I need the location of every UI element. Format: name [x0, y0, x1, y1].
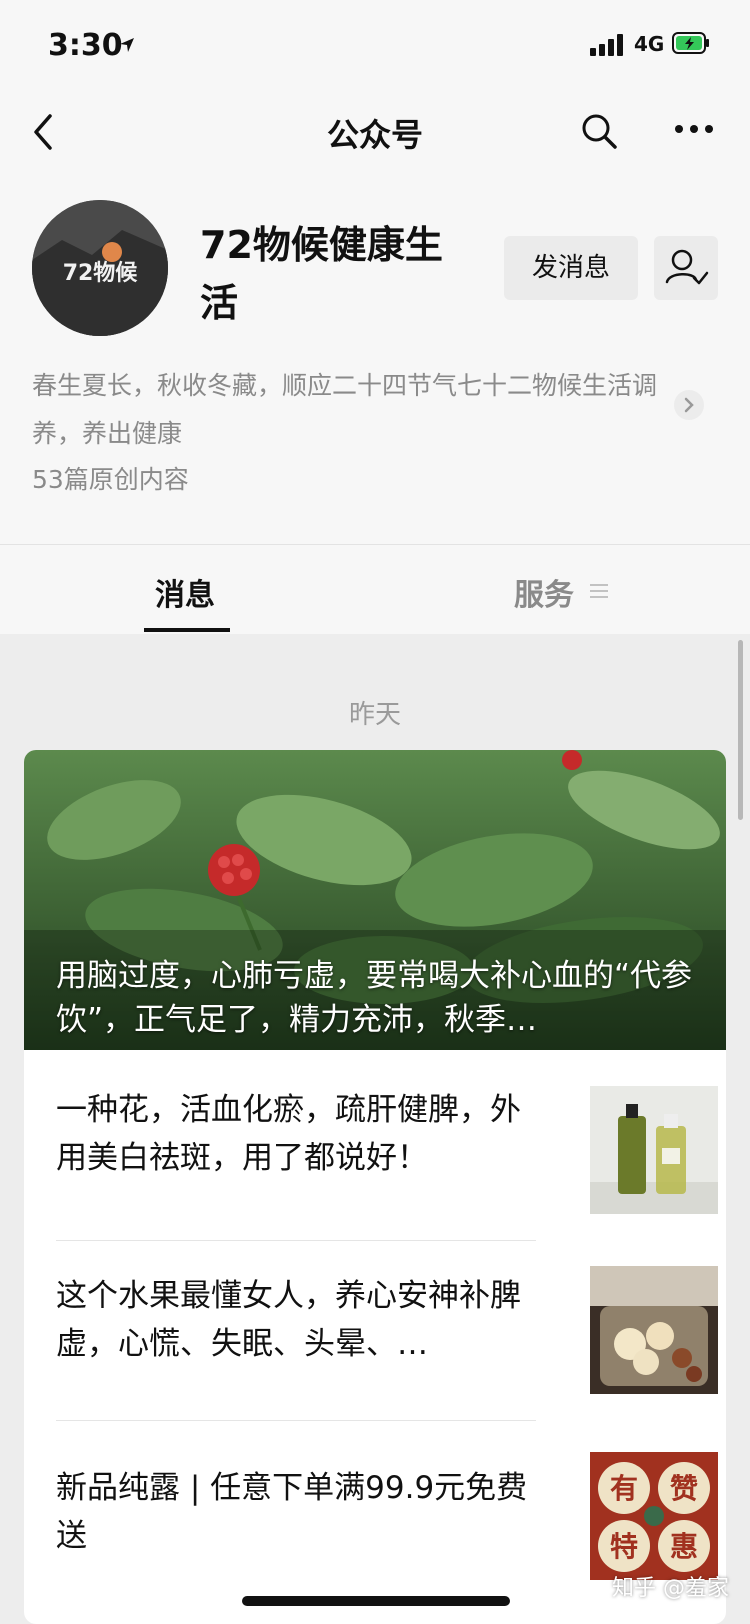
- tab-active-indicator: [144, 628, 230, 632]
- account-avatar[interactable]: 72物候: [32, 200, 168, 336]
- article-card: 用脑过度，心肺亏虚，要常喝大补心血的“代参饮”，正气足了，精力充沛，秋季… 一种…: [24, 750, 726, 1624]
- description-expand-button[interactable]: [674, 390, 704, 420]
- original-content-count[interactable]: 53篇原创内容: [32, 460, 189, 496]
- hero-article[interactable]: 用脑过度，心肺亏虚，要常喝大补心血的“代参饮”，正气足了，精力充沛，秋季…: [24, 750, 726, 1050]
- hero-article-title: 用脑过度，心肺亏虚，要常喝大补心血的“代参饮”，正气足了，精力充沛，秋季…: [56, 958, 693, 1038]
- thumb-char: 有: [610, 1472, 638, 1505]
- tab-services[interactable]: 服务: [514, 570, 574, 614]
- menu-icon: [590, 584, 608, 598]
- tab-messages[interactable]: 消息: [140, 570, 230, 614]
- avatar-logo-text: 72物候: [63, 260, 139, 286]
- thumb-char: 赞: [669, 1472, 698, 1505]
- signal-icon: [590, 34, 626, 56]
- followed-user-button[interactable]: [654, 236, 718, 300]
- location-arrow-icon: [120, 38, 134, 52]
- article-item[interactable]: 一种花，活血化瘀，疏肝健脾，外用美白祛斑，用了都说好！: [56, 1086, 718, 1214]
- article-title: 一种花，活血化瘀，疏肝健脾，外用美白祛斑，用了都说好！: [56, 1092, 521, 1176]
- account-description: 春生夏长，秋收冬藏，顺应二十四节气七十二物候生活调养，养出健康: [32, 371, 658, 448]
- thumb-char: 特: [610, 1530, 638, 1563]
- article-thumbnail: 有 赞 特 惠: [590, 1452, 718, 1580]
- article-item[interactable]: 这个水果最懂女人，养心安神补脾虚，心慌、失眠、头晕、…: [56, 1266, 718, 1394]
- home-indicator[interactable]: [242, 1596, 510, 1606]
- watermark: 知乎 @羞家: [612, 1576, 729, 1601]
- search-icon[interactable]: [580, 112, 618, 150]
- article-title: 新品纯露 | 任意下单满99.9元免费送: [56, 1470, 528, 1554]
- article-title: 这个水果最懂女人，养心安神补脾虚，心慌、失眠、头晕、…: [56, 1278, 521, 1362]
- more-icon[interactable]: [674, 122, 714, 136]
- article-item[interactable]: 新品纯露 | 任意下单满99.9元免费送 有 赞 特 惠: [56, 1452, 718, 1580]
- chevron-right-icon: [684, 397, 694, 413]
- page-title: 公众号: [326, 116, 423, 154]
- user-check-icon: [665, 249, 709, 285]
- network-type: 4G: [634, 32, 665, 56]
- article-thumbnail: [590, 1266, 718, 1394]
- divider: [56, 1420, 536, 1421]
- account-name: 72物候健康生活: [200, 223, 443, 325]
- date-label: 昨天: [348, 700, 401, 730]
- divider: [0, 544, 750, 545]
- status-time: 3:30: [48, 28, 123, 63]
- send-message-button[interactable]: 发消息: [504, 236, 638, 300]
- article-thumbnail: [590, 1086, 718, 1214]
- thumb-char: 惠: [670, 1530, 698, 1563]
- divider: [56, 1240, 536, 1241]
- battery-charging-icon: [672, 32, 709, 54]
